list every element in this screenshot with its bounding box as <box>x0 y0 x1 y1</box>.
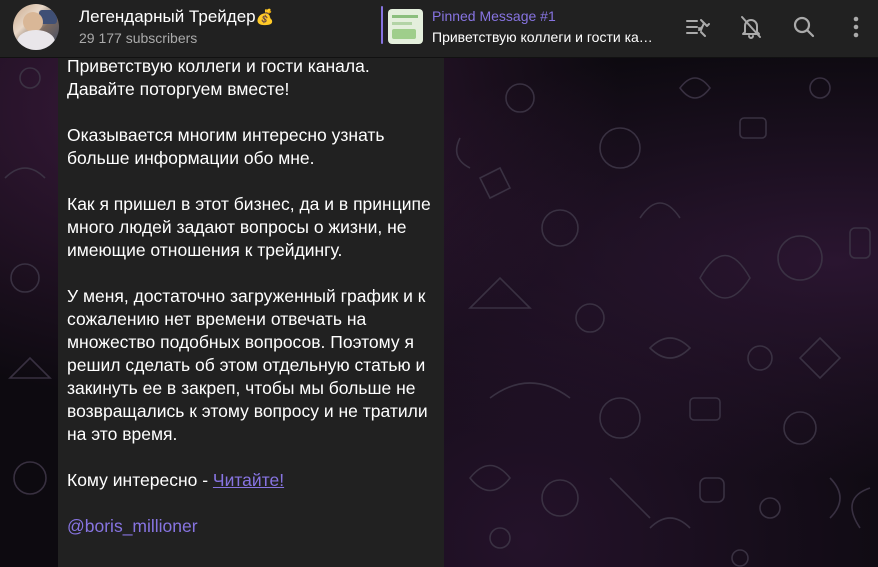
money-bag-emoji: 💰 <box>255 9 275 26</box>
channel-avatar[interactable] <box>13 4 59 50</box>
message-paragraph-2: Оказывается многим интересно узнать боль… <box>67 125 385 168</box>
message-paragraph-5: Кому интересно - Читайте! <box>67 469 435 492</box>
more-options-button[interactable] <box>843 14 869 40</box>
greeting-line: Приветствую коллеги и гости канала. <box>67 58 370 76</box>
subscriber-count: 29 177 subscribers <box>79 30 198 46</box>
read-prompt: Кому интересно - <box>67 470 213 490</box>
mute-bell-icon <box>741 16 761 39</box>
more-vertical-icon <box>853 16 859 38</box>
pinned-list-icon <box>686 19 710 37</box>
pinned-message-preview: Приветствую коллеги и гости канала. <box>432 29 654 45</box>
pinned-message-label: Pinned Message #1 <box>432 8 556 24</box>
chat-header: Легендарный Трейдер💰 29 177 subscribers … <box>0 0 878 58</box>
message-bubble: Приветствую коллеги и гости канала. Дава… <box>58 58 444 567</box>
channel-title[interactable]: Легендарный Трейдер💰 <box>79 7 274 27</box>
pinned-indicator-bar <box>381 6 383 44</box>
search-button[interactable] <box>791 14 817 40</box>
mute-button[interactable] <box>738 14 764 40</box>
message-paragraph-mention: @boris_millioner <box>67 515 435 538</box>
pinned-thumbnail <box>388 9 423 44</box>
channel-title-text: Легендарный Трейдер <box>79 7 256 26</box>
pinned-list-button[interactable] <box>685 14 711 40</box>
author-mention-link[interactable]: @boris_millioner <box>67 516 198 536</box>
message-text: Приветствую коллеги и гости канала. Дава… <box>67 58 435 538</box>
message-paragraph-4: У меня, достаточно загруженный график и … <box>67 286 428 444</box>
invite-line: Давайте поторгуем вместе! <box>67 79 290 99</box>
search-icon <box>793 16 815 38</box>
message-paragraph-3: Как я пришел в этот бизнес, да и в принц… <box>67 194 431 260</box>
read-article-link[interactable]: Читайте! <box>213 470 284 490</box>
message-paragraph-greeting: Приветствую коллеги и гости канала. Дава… <box>67 58 435 101</box>
